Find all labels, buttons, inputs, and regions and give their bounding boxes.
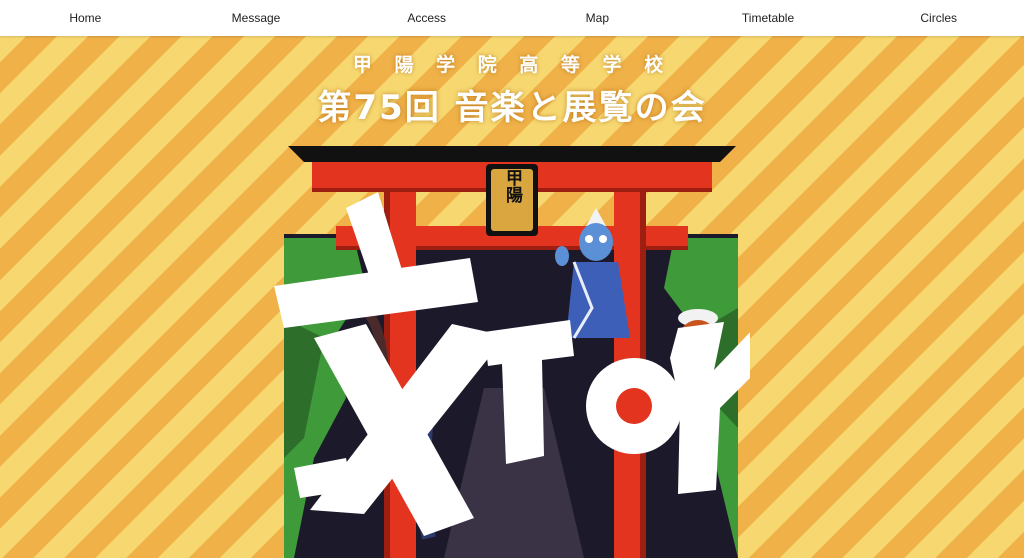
event-title: 第75回 音楽と展覧の会 <box>317 88 707 128</box>
festival-poster: 甲陽 <box>274 138 750 558</box>
school-name: 甲 陽 学 院 高 等 学 校 <box>352 54 672 76</box>
nav-access-link[interactable]: Access <box>341 11 512 25</box>
nav-home-link[interactable]: Home <box>0 11 171 25</box>
nav-circles-link[interactable]: Circles <box>853 11 1024 25</box>
nav-timetable-link[interactable]: Timetable <box>683 11 854 25</box>
nav-map-link[interactable]: Map <box>512 11 683 25</box>
nav-message-link[interactable]: Message <box>171 11 342 25</box>
plaque-text: 甲陽 <box>502 169 522 204</box>
torii-top-beam <box>288 146 736 162</box>
top-nav: Home Message Access Map Timetable Circle… <box>0 0 1024 36</box>
poster-illustration: 甲陽 <box>274 146 750 558</box>
